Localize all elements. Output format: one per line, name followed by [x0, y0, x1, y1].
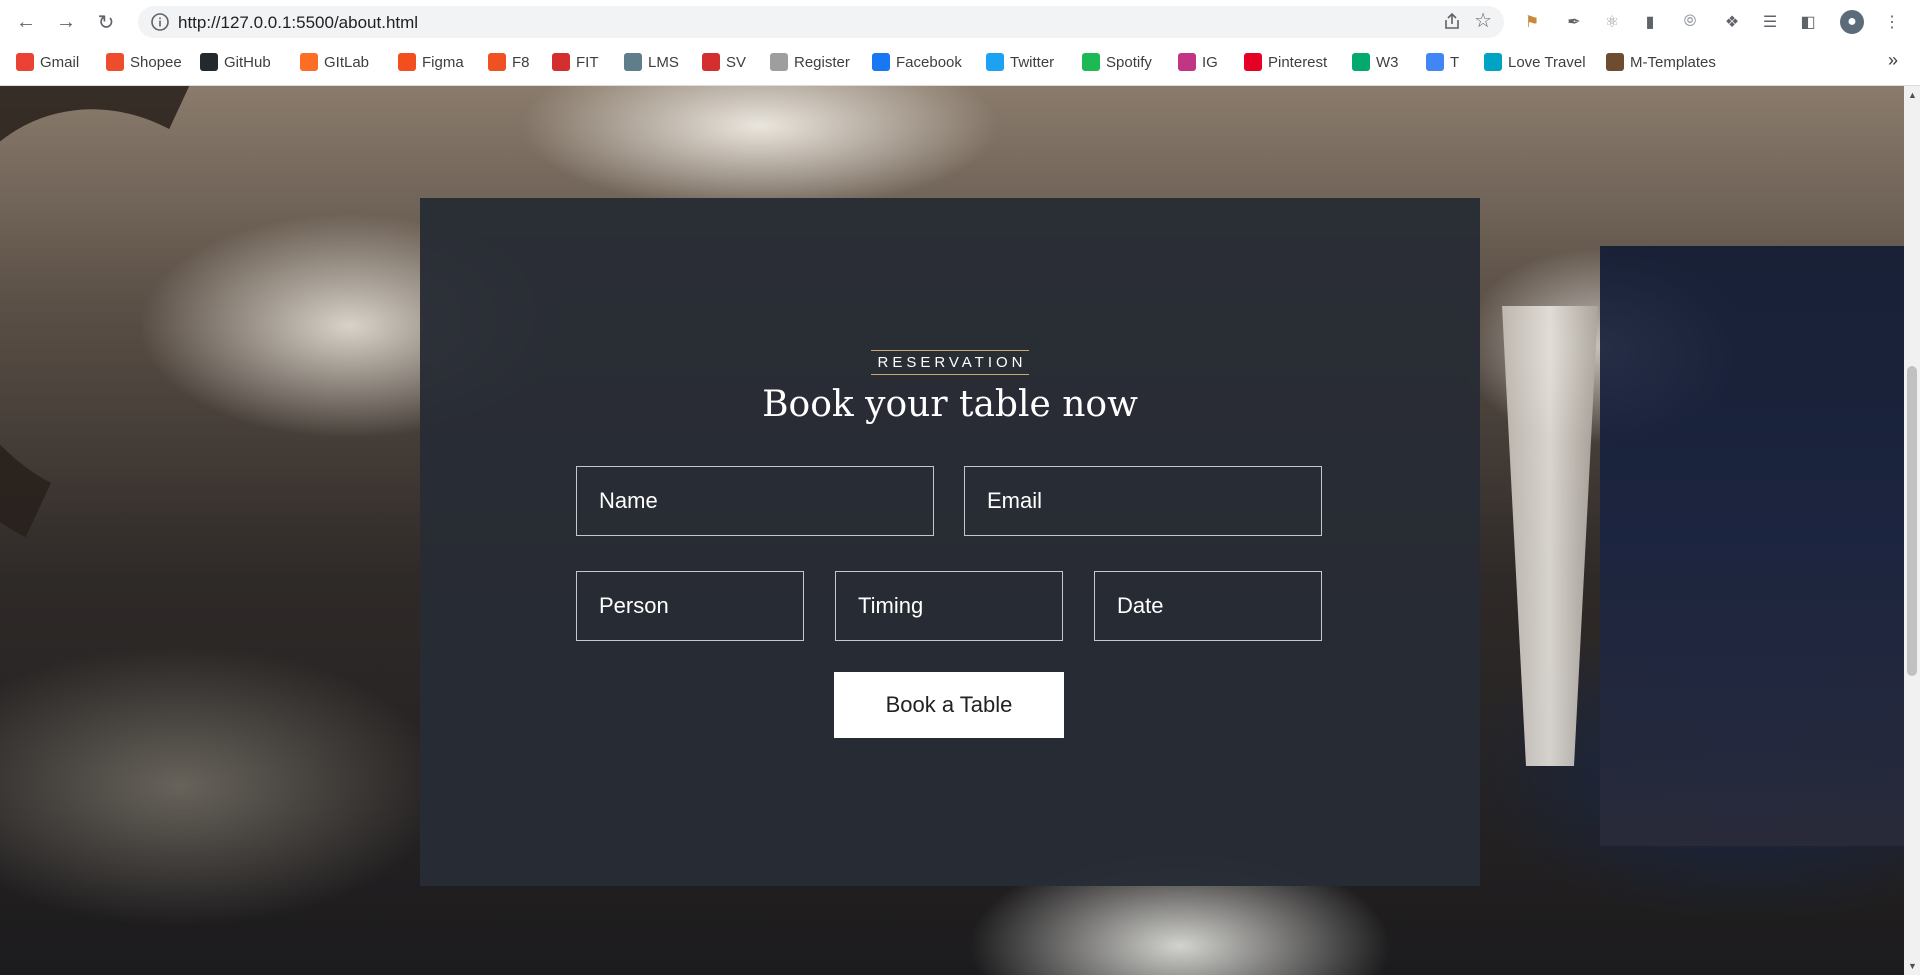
bookmark-shopee[interactable]: Shopee [106, 50, 182, 74]
compass-icon[interactable]: ⦾ [1678, 10, 1702, 34]
bookmark-gitlab[interactable]: GItLab [300, 50, 369, 74]
bookmark-label: IG [1202, 53, 1218, 71]
scrollbar-thumb[interactable] [1907, 366, 1917, 676]
scroll-up-icon[interactable]: ▲ [1908, 90, 1917, 100]
email-input[interactable] [964, 466, 1322, 536]
bookmark-star-icon[interactable]: ☆ [1474, 10, 1492, 32]
twitter-icon [986, 53, 1004, 71]
shopee-icon [106, 53, 124, 71]
bookmark-label: Facebook [896, 53, 962, 71]
reservation-label: RESERVATION [871, 350, 1029, 375]
eyedropper-icon[interactable]: ✒ [1562, 10, 1586, 34]
reservation-kicker: RESERVATION [420, 350, 1480, 375]
reservation-card: RESERVATION Book your table now Book a T… [420, 198, 1480, 886]
bookmark-label: Figma [422, 53, 464, 71]
bookmark-label: M-Templates [1630, 53, 1716, 71]
bookmark-t[interactable]: T [1426, 50, 1459, 74]
bookmark-twitter[interactable]: Twitter [986, 50, 1054, 74]
bookmark-spotify[interactable]: Spotify [1082, 50, 1152, 74]
bookmark-love-travel[interactable]: Love Travel [1484, 50, 1586, 74]
register-icon [770, 53, 788, 71]
instagram-icon [1178, 53, 1196, 71]
info-icon[interactable] [150, 12, 170, 32]
browser-chrome: ← → ↻ http://127.0.0.1:5500/about.html ☆… [0, 0, 1920, 86]
media-icon[interactable]: ☰ [1758, 10, 1782, 34]
bookmark-label: F8 [512, 53, 530, 71]
translate-icon [1426, 53, 1444, 71]
pinterest-icon [1244, 53, 1262, 71]
bookmark-figma[interactable]: Figma [398, 50, 464, 74]
bookmark-fit[interactable]: FIT [552, 50, 599, 74]
bookmark-ig[interactable]: IG [1178, 50, 1218, 74]
bookmark-label: LMS [648, 53, 679, 71]
github-icon [200, 53, 218, 71]
bookmark-pinterest[interactable]: Pinterest [1244, 50, 1327, 74]
book-table-button[interactable]: Book a Table [834, 672, 1064, 738]
reload-icon[interactable]: ↻ [92, 8, 120, 36]
back-icon[interactable]: ← [12, 8, 40, 36]
bookmark-label: SV [726, 53, 747, 71]
forward-icon[interactable]: → [52, 8, 80, 36]
love-travel-icon [1484, 53, 1502, 71]
more-bookmarks-icon[interactable]: » [1888, 50, 1898, 71]
page-viewport: RESERVATION Book your table now Book a T… [0, 86, 1904, 975]
f8-icon [488, 53, 506, 71]
bookmark-label: W3 [1376, 53, 1399, 71]
side-panel-icon[interactable]: ◧ [1796, 10, 1820, 34]
bookmark-label: Pinterest [1268, 53, 1328, 71]
bookmark-m-templates[interactable]: M-Templates [1606, 50, 1716, 74]
bookmark-facebook[interactable]: Facebook [872, 50, 962, 74]
m-templates-icon [1606, 53, 1624, 71]
person-input[interactable] [576, 571, 804, 641]
extension-icon[interactable]: ⚑ [1520, 10, 1544, 34]
bookmark-lms[interactable]: LMS [624, 50, 679, 74]
background-column [1502, 306, 1598, 766]
sv-icon [702, 53, 720, 71]
timing-input[interactable] [835, 571, 1063, 641]
bookmark-sv[interactable]: SV [702, 50, 746, 74]
scroll-down-icon[interactable]: ▼ [1908, 961, 1917, 971]
bookmark-github[interactable]: GitHub [200, 50, 271, 74]
lms-icon [624, 53, 642, 71]
bookmark-label: Register [794, 53, 850, 71]
bookmark-label: Shopee [130, 53, 182, 71]
bookmark-label: Gmail [40, 53, 80, 71]
puzzle-icon[interactable]: ❖ [1720, 10, 1744, 34]
facebook-icon [872, 53, 890, 71]
avatar[interactable]: ● [1840, 10, 1864, 34]
gmail-icon [16, 53, 34, 71]
bookmark-w3[interactable]: W3 [1352, 50, 1399, 74]
figma-icon [398, 53, 416, 71]
background-arc [0, 86, 416, 629]
page-scrollbar[interactable]: ▲ ▼ [1904, 86, 1920, 975]
react-devtools-icon[interactable]: ⚛ [1600, 10, 1624, 34]
bookmark-register[interactable]: Register [770, 50, 850, 74]
background-window [1600, 246, 1904, 846]
date-input[interactable] [1094, 571, 1322, 641]
bookmark-label: Love Travel [1508, 53, 1586, 71]
fit-icon [552, 53, 570, 71]
bookmark-label: T [1450, 53, 1460, 71]
w3-icon [1352, 53, 1370, 71]
bookmark-f8[interactable]: F8 [488, 50, 530, 74]
reservation-heading: Book your table now [762, 384, 1138, 425]
gitlab-icon [300, 53, 318, 71]
bookmark-label: Twitter [1010, 53, 1055, 71]
extension-icon[interactable]: ▮ [1638, 10, 1662, 34]
url-text[interactable]: http://127.0.0.1:5500/about.html [178, 13, 418, 33]
menu-icon[interactable]: ⋮ [1880, 10, 1904, 34]
bookmark-label: GitHub [224, 53, 271, 71]
bookmark-gmail[interactable]: Gmail [16, 50, 79, 74]
bookmark-label: FIT [576, 53, 599, 71]
browser-toolbar: ← → ↻ http://127.0.0.1:5500/about.html ☆… [0, 0, 1920, 44]
bookmarks-bar: Gmail Shopee GitHub GItLab Figma F8 FIT LMS SV Re… [0, 46, 1920, 78]
name-input[interactable] [576, 466, 934, 536]
bookmark-label: Spotify [1106, 53, 1152, 71]
address-bar[interactable]: http://127.0.0.1:5500/about.html ☆ [138, 6, 1504, 38]
bookmark-label: GItLab [324, 53, 370, 71]
share-icon[interactable] [1442, 12, 1462, 32]
spotify-icon [1082, 53, 1100, 71]
